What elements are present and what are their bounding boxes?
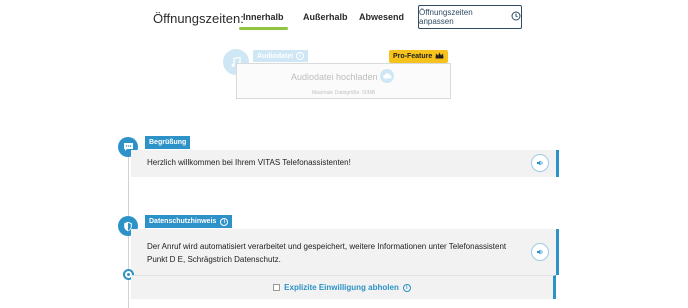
- privacy-tag-label: Datenschutzhinweis: [149, 218, 217, 225]
- tab-abwesend[interactable]: Abwesend: [359, 12, 404, 22]
- speaker-icon[interactable]: [531, 154, 549, 172]
- info-icon[interactable]: i: [220, 217, 229, 226]
- speaker-icon[interactable]: [531, 243, 549, 261]
- greeting-tag-label: Begrüßung: [149, 139, 187, 146]
- pro-feature-label: Pro-Feature: [393, 53, 433, 60]
- pro-feature-badge: Pro-Feature: [389, 50, 449, 63]
- consent-label: Explizite Einwilligung abholen: [284, 283, 399, 292]
- audio-file-label: Audiodatei: [257, 52, 294, 60]
- clock-icon: [511, 11, 521, 23]
- audio-file-tag: Audiodatei i: [253, 50, 309, 62]
- greeting-tag: Begrüßung: [145, 136, 191, 149]
- tab-ausserhalb[interactable]: Außerhalb: [303, 12, 348, 22]
- info-icon[interactable]: i: [296, 52, 305, 60]
- consent-checkbox[interactable]: [273, 284, 281, 291]
- privacy-tag: Datenschutzhinweis i: [145, 215, 233, 228]
- cloud-upload-icon: [380, 69, 394, 83]
- audio-upload-dropzone[interactable]: Audiodatei hochladen Maximale Dateigröße…: [236, 63, 451, 99]
- explicit-consent-row[interactable]: Explizite Einwilligung abholen i: [131, 275, 556, 299]
- adjust-opening-hours-label: Öffnungszeiten anpassen: [419, 8, 473, 26]
- upload-size-hint: Maximale Dateigröße: 50MB: [311, 90, 376, 96]
- crown-icon: [435, 52, 444, 61]
- adjust-opening-hours-button[interactable]: Öffnungszeiten anpassen: [418, 5, 522, 29]
- greeting-message-box[interactable]: Herzlich willkommen bei Ihrem VITAS Tele…: [131, 150, 559, 177]
- upload-label: Audiodatei hochladen: [291, 72, 378, 82]
- tab-innerhalb[interactable]: Innerhalb: [239, 12, 287, 30]
- opening-hours-bar: Öffnungszeiten: Innerhalb Außerhalb Abwe…: [0, 0, 688, 34]
- greeting-text: Herzlich willkommen bei Ihrem VITAS Tele…: [147, 158, 351, 167]
- privacy-text-line1: Der Anruf wird automatisiert verarbeitet…: [147, 242, 507, 251]
- privacy-text-line2: Punkt D E, Schrägstrich Datenschutz.: [147, 255, 281, 264]
- opening-hours-label: Öffnungszeiten:: [153, 11, 244, 26]
- info-icon[interactable]: i: [402, 283, 411, 292]
- privacy-message-box[interactable]: Der Anruf wird automatisiert verarbeitet…: [131, 229, 559, 275]
